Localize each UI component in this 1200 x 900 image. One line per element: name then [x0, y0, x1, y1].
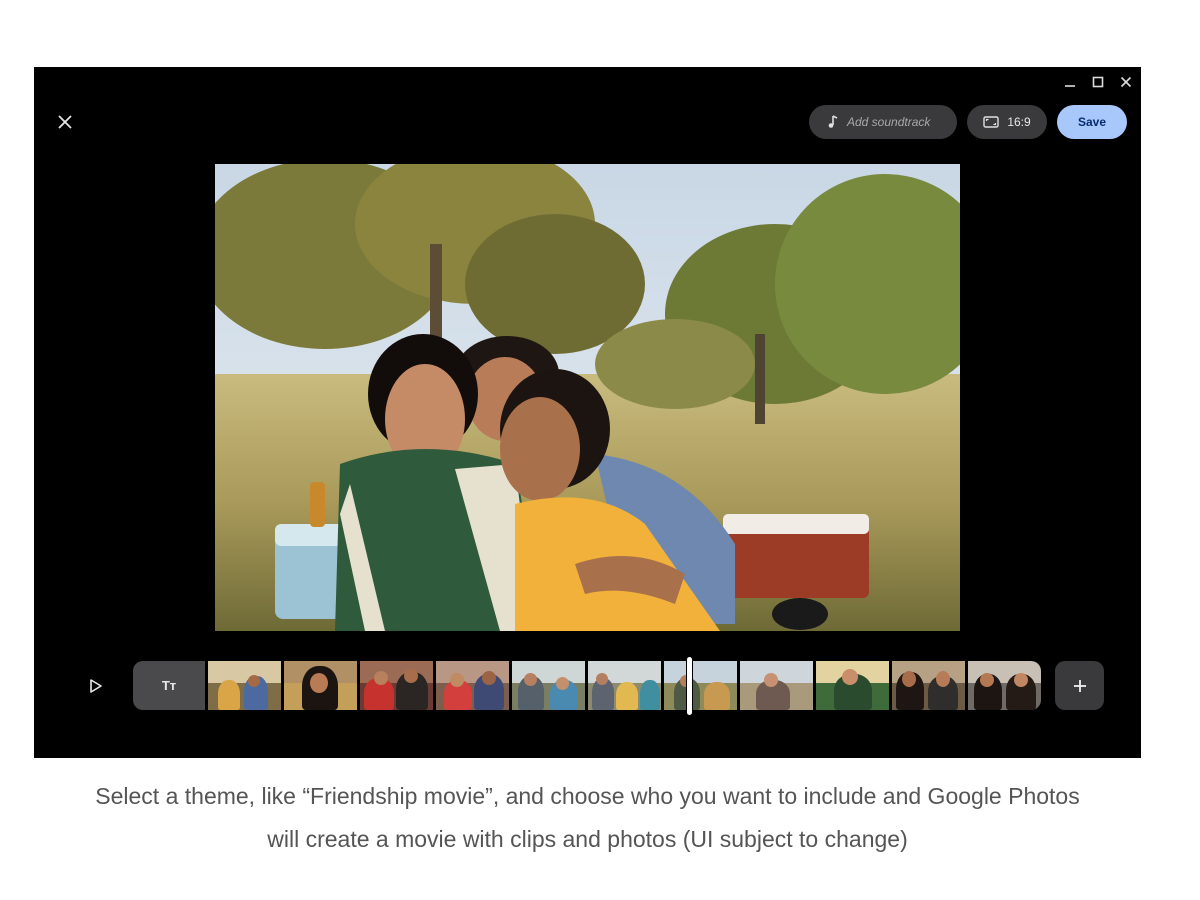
- movie-preview-photo: [215, 164, 960, 631]
- timeline-clip[interactable]: [816, 661, 889, 710]
- timeline-clip[interactable]: [208, 661, 281, 710]
- caption-line-1: Select a theme, like “Friendship movie”,…: [95, 783, 1080, 809]
- aspect-ratio-icon: [983, 116, 1000, 128]
- timeline-clip[interactable]: [360, 661, 433, 710]
- aspect-ratio-button[interactable]: 16:9: [967, 105, 1047, 139]
- add-clip-button[interactable]: [1055, 661, 1104, 710]
- timeline-clip[interactable]: [588, 661, 661, 710]
- add-soundtrack-button[interactable]: Add soundtrack: [809, 105, 957, 139]
- music-note-icon: [828, 115, 838, 128]
- minimize-icon[interactable]: [1061, 73, 1079, 91]
- editor-toolbar: Add soundtrack 16:9 Save: [809, 105, 1127, 139]
- figure-caption: Select a theme, like “Friendship movie”,…: [34, 775, 1141, 861]
- caption-line-2: will create a movie with clips and photo…: [267, 826, 908, 852]
- plus-icon: [1073, 679, 1086, 692]
- add-soundtrack-label: Add soundtrack: [847, 115, 931, 129]
- timeline-clip[interactable]: [740, 661, 813, 710]
- movie-editor-window: Add soundtrack 16:9 Save Tт: [34, 67, 1141, 758]
- close-editor-button[interactable]: [54, 111, 76, 133]
- maximize-icon[interactable]: [1089, 73, 1107, 91]
- window-controls: [1061, 73, 1135, 91]
- close-icon: [58, 115, 72, 129]
- text-clip[interactable]: Tт: [133, 661, 205, 710]
- play-icon: [90, 679, 102, 693]
- timeline-clip[interactable]: [968, 661, 1041, 710]
- close-icon[interactable]: [1117, 73, 1135, 91]
- clip-timeline[interactable]: Tт: [133, 661, 1041, 710]
- timeline-playhead[interactable]: [687, 657, 692, 715]
- play-button[interactable]: [84, 674, 108, 698]
- aspect-ratio-label: 16:9: [1007, 115, 1031, 129]
- save-button[interactable]: Save: [1057, 105, 1127, 139]
- timeline-clip[interactable]: [664, 661, 737, 710]
- timeline-clip[interactable]: [892, 661, 965, 710]
- text-clip-label: Tт: [161, 678, 177, 693]
- timeline-clip[interactable]: [436, 661, 509, 710]
- timeline-clip[interactable]: [512, 661, 585, 710]
- timeline-clip[interactable]: [284, 661, 357, 710]
